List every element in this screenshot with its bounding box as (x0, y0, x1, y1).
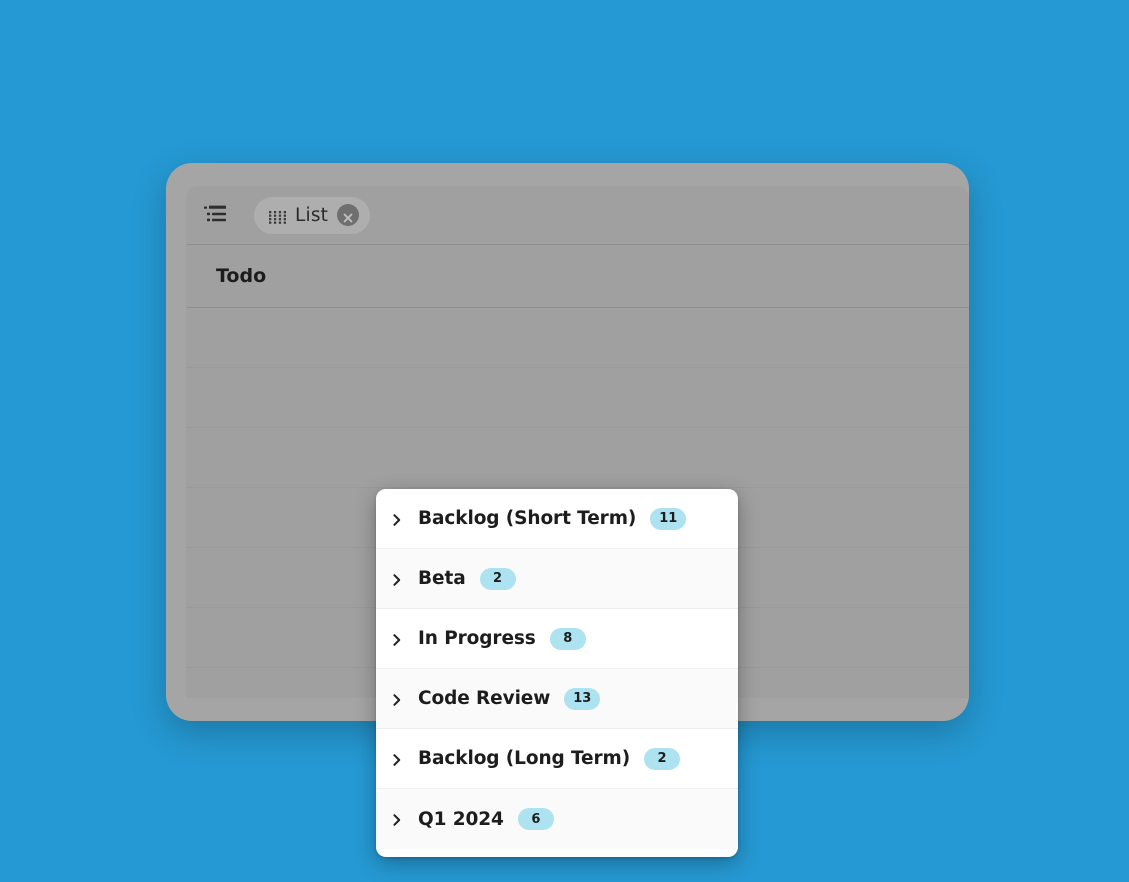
group-header: Todo (186, 245, 969, 308)
dropdown-item-backlog-short-term[interactable]: Backlog (Short Term) 11 (376, 489, 738, 549)
window-card: List Todo Backlog (Short Term) 11 Beta 2… (166, 163, 969, 857)
table-row[interactable] (186, 368, 969, 428)
group-header-title: Todo (216, 265, 267, 287)
dropdown-item-count-badge: 2 (479, 567, 516, 590)
dropdown-item-label: Beta (418, 568, 466, 589)
dropdown-item-beta[interactable]: Beta 2 (376, 549, 738, 609)
chevron-right-icon (390, 752, 404, 766)
dropdown-item-label: Code Review (418, 688, 551, 709)
view-chip-list[interactable]: List (254, 196, 371, 234)
chevron-right-icon (390, 692, 404, 706)
dropdown-item-label: Backlog (Long Term) (418, 748, 631, 769)
dropdown-item-label: Backlog (Short Term) (418, 508, 637, 529)
dropdown-item-code-review[interactable]: Code Review 13 (376, 669, 738, 729)
dropdown-item-count-badge: 2 (644, 747, 681, 770)
dropdown-item-count-badge: 11 (650, 507, 687, 530)
dropdown-item-in-progress[interactable]: In Progress 8 (376, 609, 738, 669)
dropdown-item-count-badge: 13 (564, 687, 601, 710)
grid-dots-icon (269, 209, 286, 224)
dropdown-item-count-badge: 6 (517, 808, 554, 830)
group-selector-dropdown[interactable]: Backlog (Short Term) 11 Beta 2 In Progre… (376, 489, 738, 857)
outline-list-icon[interactable] (204, 205, 226, 225)
dropdown-item-label: In Progress (418, 628, 536, 649)
chevron-right-icon (390, 512, 404, 526)
dropdown-item-count-badge: 8 (549, 627, 586, 650)
close-icon (342, 209, 354, 223)
dropdown-item-backlog-long-term[interactable]: Backlog (Long Term) 2 (376, 729, 738, 789)
chevron-right-icon (390, 632, 404, 646)
toolbar: List (186, 186, 969, 245)
dropdown-item-q1-2024[interactable]: Q1 2024 6 (376, 789, 738, 849)
dropdown-item-label: Q1 2024 (418, 808, 504, 830)
chevron-right-icon (390, 812, 404, 826)
view-chip-label: List (295, 204, 329, 226)
view-chip-close-button[interactable] (337, 204, 360, 226)
table-row[interactable] (186, 428, 969, 488)
chevron-right-icon (390, 572, 404, 586)
table-row[interactable] (186, 308, 969, 368)
